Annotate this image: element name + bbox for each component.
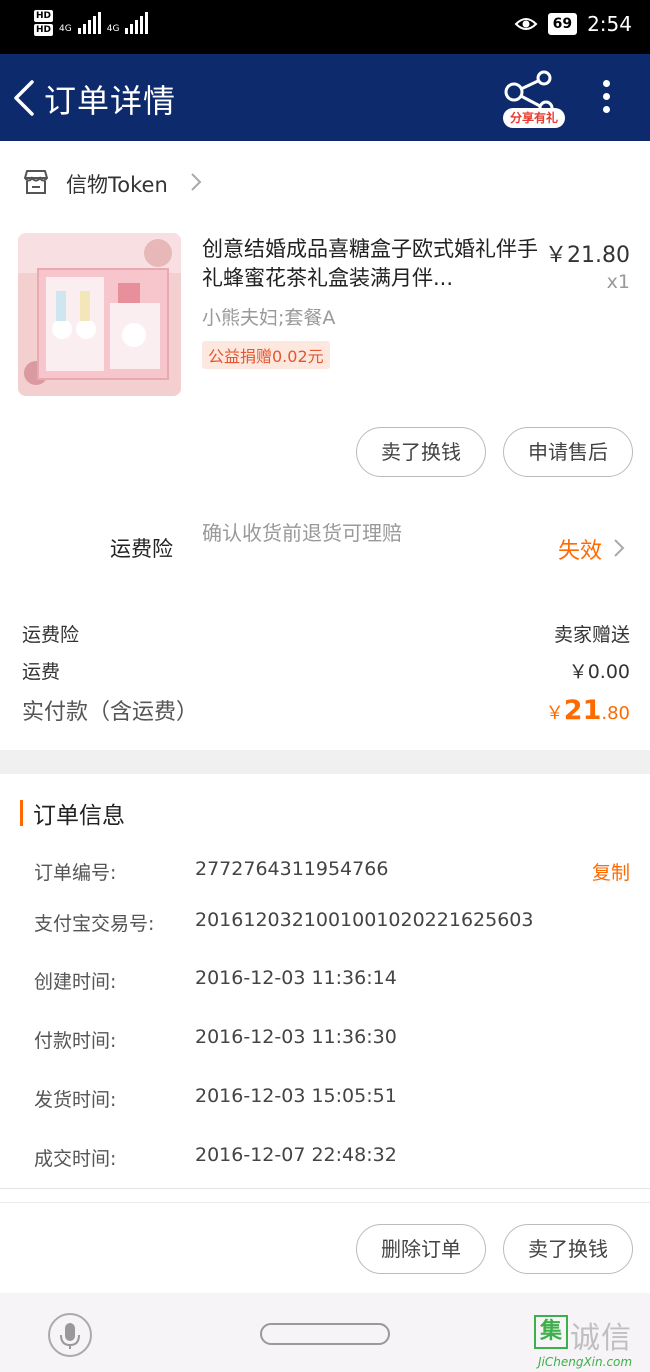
- product-item[interactable]: 创意结婚成品喜糖盒子欧式婚礼伴手礼蜂蜜花茶礼盒装满月伴... ￥21.80 x1…: [0, 225, 650, 415]
- total-currency: ￥: [545, 703, 564, 724]
- fee-shipping-row: 运费 ￥0.00: [22, 657, 630, 684]
- back-icon[interactable]: [8, 74, 44, 122]
- system-nav-bar: 集 诚信 JiChengXin.com: [0, 1293, 650, 1372]
- deal-time-label: 成交时间:: [34, 1148, 117, 1170]
- product-title[interactable]: 创意结婚成品喜糖盒子欧式婚礼伴手礼蜂蜜花茶礼盒装满月伴...: [202, 235, 538, 293]
- total-integer: 21: [563, 695, 602, 726]
- watermark-logo: 集: [534, 1315, 568, 1349]
- insurance-label: 运费险: [110, 537, 173, 561]
- product-spec: 小熊夫妇;套餐A: [202, 307, 336, 329]
- product-image: [18, 233, 181, 396]
- insurance-status: 失效: [558, 539, 603, 564]
- paid-time-label: 付款时间:: [34, 1030, 117, 1052]
- sell-button[interactable]: 卖了换钱: [356, 427, 486, 477]
- after-sale-button[interactable]: 申请售后: [503, 427, 633, 477]
- total-row: 实付款（含运费） ￥21.80: [22, 694, 630, 726]
- fee-insurance-label: 运费险: [22, 624, 80, 646]
- accent-bar: [20, 800, 23, 826]
- total-price: ￥21.80: [546, 695, 630, 726]
- copy-button[interactable]: 复制: [592, 858, 630, 885]
- microphone-icon: [60, 1323, 80, 1349]
- fee-insurance-row: 运费险 卖家赠送: [22, 620, 630, 647]
- alipay-trade-value: 2016120321001001020221625603: [195, 909, 534, 931]
- home-button[interactable]: [260, 1323, 390, 1345]
- sell-button-bottom[interactable]: 卖了换钱: [503, 1224, 633, 1274]
- created-time-row: 创建时间: 2016-12-03 11:36:14: [34, 967, 630, 997]
- eye-comfort-icon: [514, 18, 538, 30]
- charity-badge: 公益捐赠0.02元: [202, 341, 330, 369]
- insurance-description: 确认收货前退货可理赔: [202, 521, 402, 545]
- signal-bars-icon: [125, 12, 149, 34]
- divider: [0, 1202, 650, 1203]
- paid-time-row: 付款时间: 2016-12-03 11:36:30: [34, 1026, 630, 1056]
- signal-indicators: HD HD 4G 4G: [34, 10, 149, 36]
- alipay-trade-label: 支付宝交易号:: [34, 913, 155, 935]
- fee-shipping-value: ￥0.00: [568, 661, 630, 683]
- product-price: ￥21.80: [545, 243, 630, 268]
- watermark-url: JiChengXin.com: [538, 1355, 633, 1369]
- product-thumbnail[interactable]: [18, 233, 181, 396]
- watermark-text: 诚信: [570, 1321, 632, 1356]
- chevron-right-icon: [191, 173, 202, 191]
- shipped-time-value: 2016-12-03 15:05:51: [195, 1085, 397, 1107]
- network-type: 4G: [59, 24, 72, 34]
- store-icon: [24, 170, 48, 194]
- deal-time-row: 成交时间: 2016-12-07 22:48:32: [34, 1144, 630, 1174]
- page-title: 订单详情: [44, 82, 177, 120]
- signal-1: 4G: [59, 12, 101, 34]
- shipped-time-label: 发货时间:: [34, 1089, 117, 1111]
- created-time-value: 2016-12-03 11:36:14: [195, 967, 397, 989]
- signal-bars-icon: [77, 12, 101, 34]
- hd-badge: HD: [34, 10, 54, 22]
- shipped-time-row: 发货时间: 2016-12-03 15:05:51: [34, 1085, 630, 1115]
- order-number-label: 订单编号:: [34, 862, 117, 884]
- watermark: 集 诚信 JiChengXin.com: [534, 1311, 650, 1371]
- signal-2: 4G: [107, 12, 149, 34]
- shop-row[interactable]: 信物Token: [0, 141, 650, 225]
- product-quantity: x1: [606, 271, 630, 293]
- total-decimal: .80: [601, 703, 630, 724]
- status-bar: HD HD 4G 4G 69 2:54: [0, 0, 650, 54]
- order-info-header: 订单信息: [20, 798, 125, 829]
- order-number-value: 2772764311954766: [195, 858, 389, 880]
- fee-shipping-label: 运费: [22, 661, 61, 683]
- order-info-title: 订单信息: [33, 803, 125, 829]
- more-icon[interactable]: [596, 80, 616, 120]
- paid-time-value: 2016-12-03 11:36:30: [195, 1026, 397, 1048]
- insurance-row[interactable]: 运费险 确认收货前退货可理赔 失效: [0, 505, 650, 595]
- hd-badge: HD: [34, 24, 54, 36]
- fee-insurance-value: 卖家赠送: [553, 624, 630, 646]
- clock: 2:54: [587, 12, 632, 36]
- delete-order-button[interactable]: 删除订单: [356, 1224, 486, 1274]
- total-label: 实付款（含运费）: [22, 700, 199, 725]
- deal-time-value: 2016-12-07 22:48:32: [195, 1144, 397, 1166]
- shop-name: 信物Token: [66, 173, 168, 197]
- section-divider: [0, 750, 650, 774]
- chevron-right-icon: [614, 539, 625, 557]
- voice-input-button[interactable]: [48, 1313, 92, 1357]
- status-right: 69 2:54: [514, 12, 632, 36]
- created-time-label: 创建时间:: [34, 971, 117, 993]
- divider: [0, 1188, 650, 1189]
- alipay-trade-row: 支付宝交易号: 2016120321001001020221625603: [34, 909, 630, 939]
- order-number-row: 订单编号: 2772764311954766 复制: [34, 858, 630, 888]
- network-type: 4G: [106, 24, 120, 34]
- share-gift-badge[interactable]: 分享有礼: [503, 108, 565, 128]
- battery-icon: 69: [547, 13, 578, 35]
